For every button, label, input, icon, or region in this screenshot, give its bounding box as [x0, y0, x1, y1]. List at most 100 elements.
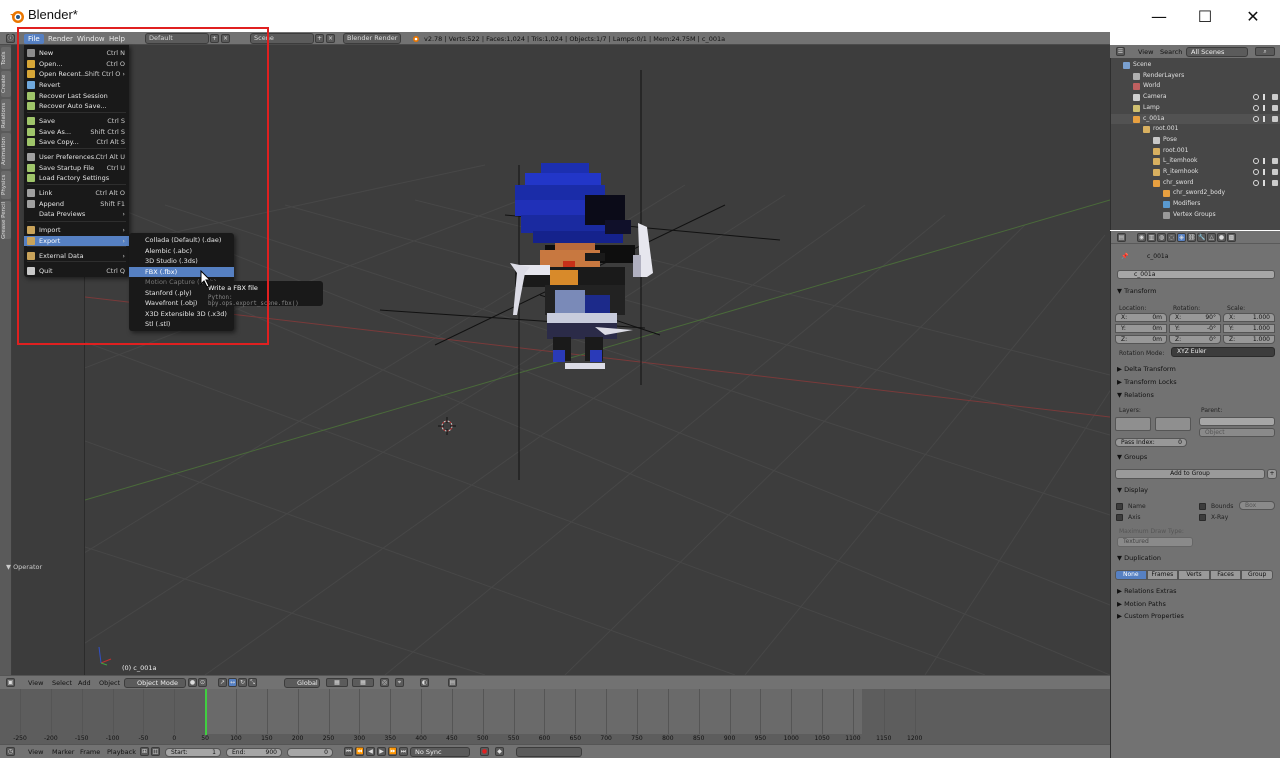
- current-frame-line[interactable]: [205, 689, 207, 735]
- dup-verts-button[interactable]: Verts: [1178, 570, 1210, 580]
- render-camera-icon[interactable]: [1272, 104, 1278, 111]
- render-camera-icon[interactable]: [1272, 169, 1278, 175]
- parent-type-select[interactable]: Object: [1199, 428, 1275, 437]
- preview-range-icon[interactable]: ⊞: [140, 747, 149, 756]
- layout-remove-icon[interactable]: ×: [221, 34, 230, 43]
- file-menu-save-startup-file[interactable]: Save Startup File Ctrl U: [24, 163, 129, 173]
- editor-type-icon[interactable]: ▤: [1117, 233, 1126, 242]
- scale-icon[interactable]: ⤡: [248, 678, 257, 687]
- outliner-item[interactable]: World: [1111, 81, 1280, 92]
- start-frame-field[interactable]: Start: 1: [165, 748, 221, 757]
- selectable-arrow-icon[interactable]: [1263, 158, 1268, 165]
- outliner-item[interactable]: chr_sword: [1111, 178, 1280, 189]
- file-menu-export[interactable]: Export ›: [24, 235, 129, 246]
- selectable-arrow-icon[interactable]: [1263, 94, 1268, 101]
- bounds-type-select[interactable]: Box: [1239, 501, 1275, 510]
- export-item-3d-studio-3ds[interactable]: 3D Studio (.3ds): [129, 256, 234, 266]
- use-range-icon[interactable]: ◫: [151, 747, 160, 756]
- menu-select[interactable]: Select: [52, 678, 72, 688]
- menu-add[interactable]: Add: [78, 678, 91, 688]
- outliner-item[interactable]: root.001: [1111, 146, 1280, 157]
- prev-key-icon[interactable]: ⏪: [355, 747, 364, 756]
- file-menu-quit[interactable]: Quit Ctrl Q: [24, 266, 129, 276]
- file-menu-load-factory-settings[interactable]: Load Factory Settings: [24, 173, 129, 183]
- export-item-fbx-fbx[interactable]: FBX (.fbx): [129, 266, 234, 277]
- layers-grid-left[interactable]: [1115, 417, 1151, 431]
- selectable-arrow-icon[interactable]: [1263, 115, 1268, 122]
- modifiers-tab-icon[interactable]: 🔧: [1197, 233, 1206, 242]
- menu-object[interactable]: Object: [99, 678, 120, 688]
- texture-tab-icon[interactable]: ▩: [1227, 233, 1236, 242]
- rotate-icon[interactable]: ↻: [238, 678, 247, 687]
- tab-create[interactable]: Create: [1, 71, 11, 97]
- data-tab-icon[interactable]: △: [1207, 233, 1216, 242]
- visibility-eye-icon[interactable]: [1253, 104, 1259, 111]
- material-tab-icon[interactable]: ●: [1217, 233, 1226, 242]
- file-menu-link[interactable]: Link Ctrl Alt O: [24, 188, 129, 198]
- tab-animation[interactable]: Animation: [1, 133, 11, 169]
- outliner-item[interactable]: root.001: [1111, 124, 1280, 135]
- export-item-alembic-abc[interactable]: Alembic (.abc): [129, 246, 234, 256]
- panel-motion-paths[interactable]: ▶ Motion Paths: [1117, 600, 1166, 608]
- max-draw-type-select[interactable]: Textured: [1117, 537, 1193, 547]
- outliner-item[interactable]: Lamp: [1111, 103, 1280, 114]
- tab-tools[interactable]: Tools: [1, 47, 11, 69]
- outliner-item[interactable]: chr_sword2_body: [1111, 188, 1280, 199]
- panel-transform-locks[interactable]: ▶ Transform Locks: [1117, 378, 1177, 386]
- scene-remove-icon[interactable]: ×: [326, 34, 335, 43]
- parent-field[interactable]: [1199, 417, 1275, 426]
- render-camera-icon[interactable]: [1272, 94, 1278, 101]
- panel-delta-transform[interactable]: ▶ Delta Transform: [1117, 365, 1176, 373]
- rotation-y-field[interactable]: Y: -0°: [1169, 324, 1221, 333]
- selectable-arrow-icon[interactable]: [1263, 104, 1268, 111]
- record-icon[interactable]: ●: [480, 747, 489, 756]
- scene-add-icon[interactable]: +: [315, 34, 324, 43]
- editor-type-icon[interactable]: ▣: [6, 678, 15, 687]
- outliner-item[interactable]: Vertex Groups: [1111, 210, 1280, 221]
- outliner-item[interactable]: Camera: [1111, 92, 1280, 103]
- rotation-mode-select[interactable]: XYZ Euler: [1171, 347, 1275, 357]
- dup-none-button[interactable]: None: [1115, 570, 1147, 580]
- layout-add-icon[interactable]: +: [210, 34, 219, 43]
- file-menu-save[interactable]: Save Ctrl S: [24, 116, 129, 126]
- add-to-group-button[interactable]: Add to Group: [1115, 469, 1265, 479]
- menu-frame[interactable]: Frame: [80, 747, 100, 757]
- close-button[interactable]: ✕: [1230, 0, 1276, 32]
- tab-grease-pencil[interactable]: Grease Pencil: [1, 201, 11, 239]
- render-camera-icon[interactable]: [1272, 179, 1278, 186]
- pivot-icon[interactable]: ⊙: [198, 678, 207, 687]
- mode-select[interactable]: Object Mode: [124, 678, 186, 688]
- scale-y-field[interactable]: Y: 1.000: [1223, 324, 1275, 333]
- outliner-filter-select[interactable]: All Scenes: [1186, 47, 1248, 57]
- file-menu-recover-auto-save[interactable]: Recover Auto Save...: [24, 101, 129, 111]
- file-menu-open[interactable]: Open... Ctrl O: [24, 59, 129, 69]
- editor-type-icon[interactable]: ⓘ: [6, 34, 15, 43]
- 3d-viewport[interactable]: (0) c_001a: [85, 45, 1110, 675]
- outliner-item[interactable]: L_itemhook: [1111, 156, 1280, 167]
- outliner-item[interactable]: Pose: [1111, 135, 1280, 146]
- file-menu-import[interactable]: Import ›: [24, 225, 129, 235]
- file-menu-external-data[interactable]: External Data ›: [24, 251, 129, 261]
- scene-select[interactable]: Scene: [250, 33, 314, 44]
- tab-physics[interactable]: Physics: [1, 171, 11, 199]
- file-menu-recover-last-session[interactable]: Recover Last Session: [24, 91, 129, 101]
- layers-right-icon[interactable]: ▦: [352, 678, 374, 687]
- visibility-eye-icon[interactable]: [1253, 94, 1259, 101]
- new-group-button[interactable]: +: [1267, 469, 1277, 479]
- outliner-item[interactable]: c_001a: [1111, 113, 1280, 125]
- bounds-checkbox[interactable]: [1199, 503, 1206, 510]
- file-menu-save-copy[interactable]: Save Copy... Ctrl Alt S: [24, 137, 129, 147]
- panel-relations[interactable]: ▼ Relations: [1117, 391, 1154, 399]
- menu-marker[interactable]: Marker: [52, 747, 74, 757]
- editor-type-icon[interactable]: ◷: [6, 747, 15, 756]
- snap-icon[interactable]: ⌖: [395, 678, 404, 687]
- object-name-field[interactable]: c_001a: [1117, 270, 1275, 279]
- world-tab-icon[interactable]: ◌: [1167, 233, 1176, 242]
- viewport-shading-icon[interactable]: ●: [188, 678, 197, 687]
- panel-custom-properties[interactable]: ▶ Custom Properties: [1117, 612, 1184, 620]
- next-key-icon[interactable]: ⏩: [388, 747, 397, 756]
- layout-select[interactable]: Default: [145, 33, 209, 44]
- keying-set-icon[interactable]: ◆: [495, 747, 504, 756]
- outliner-item[interactable]: RenderLayers: [1111, 71, 1280, 82]
- selectable-arrow-icon[interactable]: [1263, 179, 1268, 186]
